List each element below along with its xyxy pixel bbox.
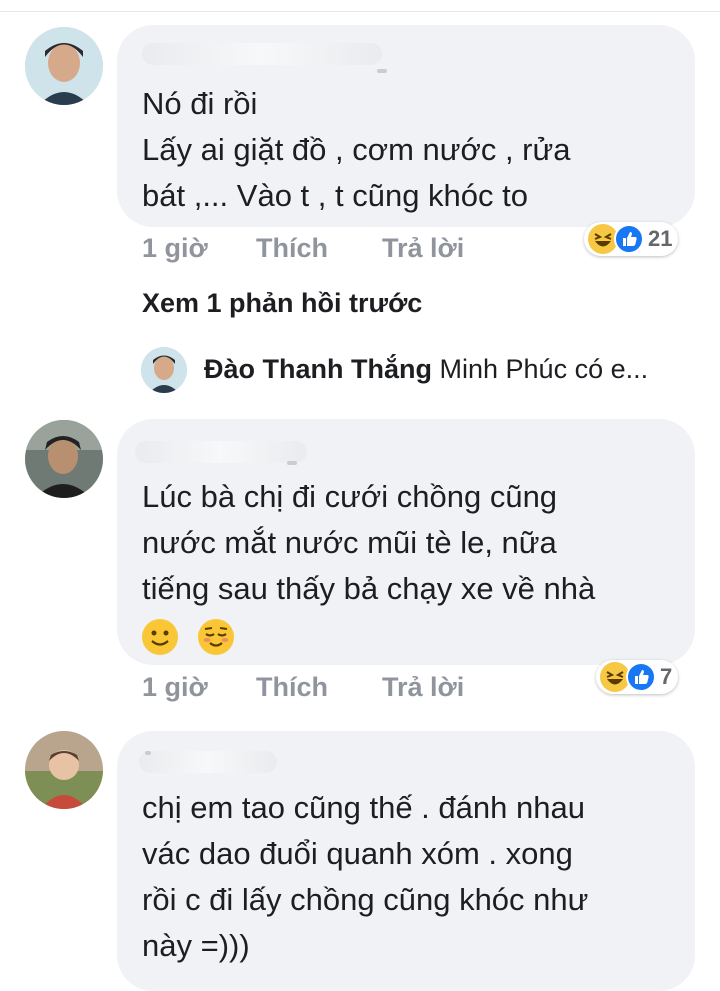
comment-line: vác dao đuổi quanh xóm . xong [142,836,573,871]
blurred-author-name [135,441,307,463]
reply-avatar-photo [141,347,187,393]
comment-text: chị em tao cũng thế . đánh nhau vác dao … [142,785,588,969]
comment-line: Nó đi rồi [142,86,258,121]
reply-link[interactable]: Trả lời [382,672,464,703]
comment-time[interactable]: 1 giờ [142,233,208,264]
avatar[interactable] [25,27,103,105]
blurred-author-dot [377,69,387,73]
comment-line: bát ,... Vào t , t cũng khóc to [142,178,529,213]
comment-time[interactable]: 1 giờ [142,672,208,703]
like-icon [614,224,644,254]
comment-line: Lấy ai giặt đồ , cơm nước , rửa [142,132,571,167]
blurred-author-dot [287,461,297,465]
avatar[interactable] [25,731,103,809]
like-link[interactable]: Thích [256,672,328,703]
comment-text: Nó đi rồi Lấy ai giặt đồ , cơm nước , rử… [142,81,571,219]
comment-text: Lúc bà chị đi cưới chồng cũng nước mắt n… [142,474,595,658]
comment-line: nước mắt nước mũi tè le, nữa [142,525,557,560]
reply-author-name[interactable]: Đào Thanh Thắng [204,354,432,384]
top-divider [0,11,720,12]
reply-preview[interactable]: Đào Thanh Thắng Minh Phúc có e... [204,354,648,385]
reply-avatar[interactable] [141,347,187,393]
comment-line: chị em tao cũng thế . đánh nhau [142,790,585,825]
comment-line: này =))) [142,928,250,963]
reaction-count: 7 [660,664,673,689]
reaction-count: 21 [648,226,673,251]
avatar-photo [25,731,103,809]
like-link[interactable]: Thích [256,233,328,264]
reply-link[interactable]: Trả lời [382,233,464,264]
comment-line: rồi c đi lấy chồng cũng khóc như [142,882,589,917]
avatar-photo [25,420,103,498]
view-previous-replies[interactable]: Xem 1 phản hồi trước [142,288,422,319]
comment-line: tiếng sau thấy bả chạy xe về nhà [142,571,596,606]
avatar[interactable] [25,420,103,498]
reaction-summary[interactable]: 21 [584,222,679,256]
blurred-author-name [139,751,277,773]
like-icon [626,662,656,692]
blurred-author-name [142,43,382,65]
relieved-face-icon [198,618,234,655]
comment-emoji-line [142,612,595,658]
avatar-photo [25,27,103,105]
reply-preview-text: Minh Phúc có e... [439,354,649,384]
blurred-author-dot [145,751,151,755]
slightly-smiling-face-icon [142,618,178,655]
comment-line: Lúc bà chị đi cưới chồng cũng [142,479,558,514]
reaction-summary[interactable]: 7 [596,660,679,694]
